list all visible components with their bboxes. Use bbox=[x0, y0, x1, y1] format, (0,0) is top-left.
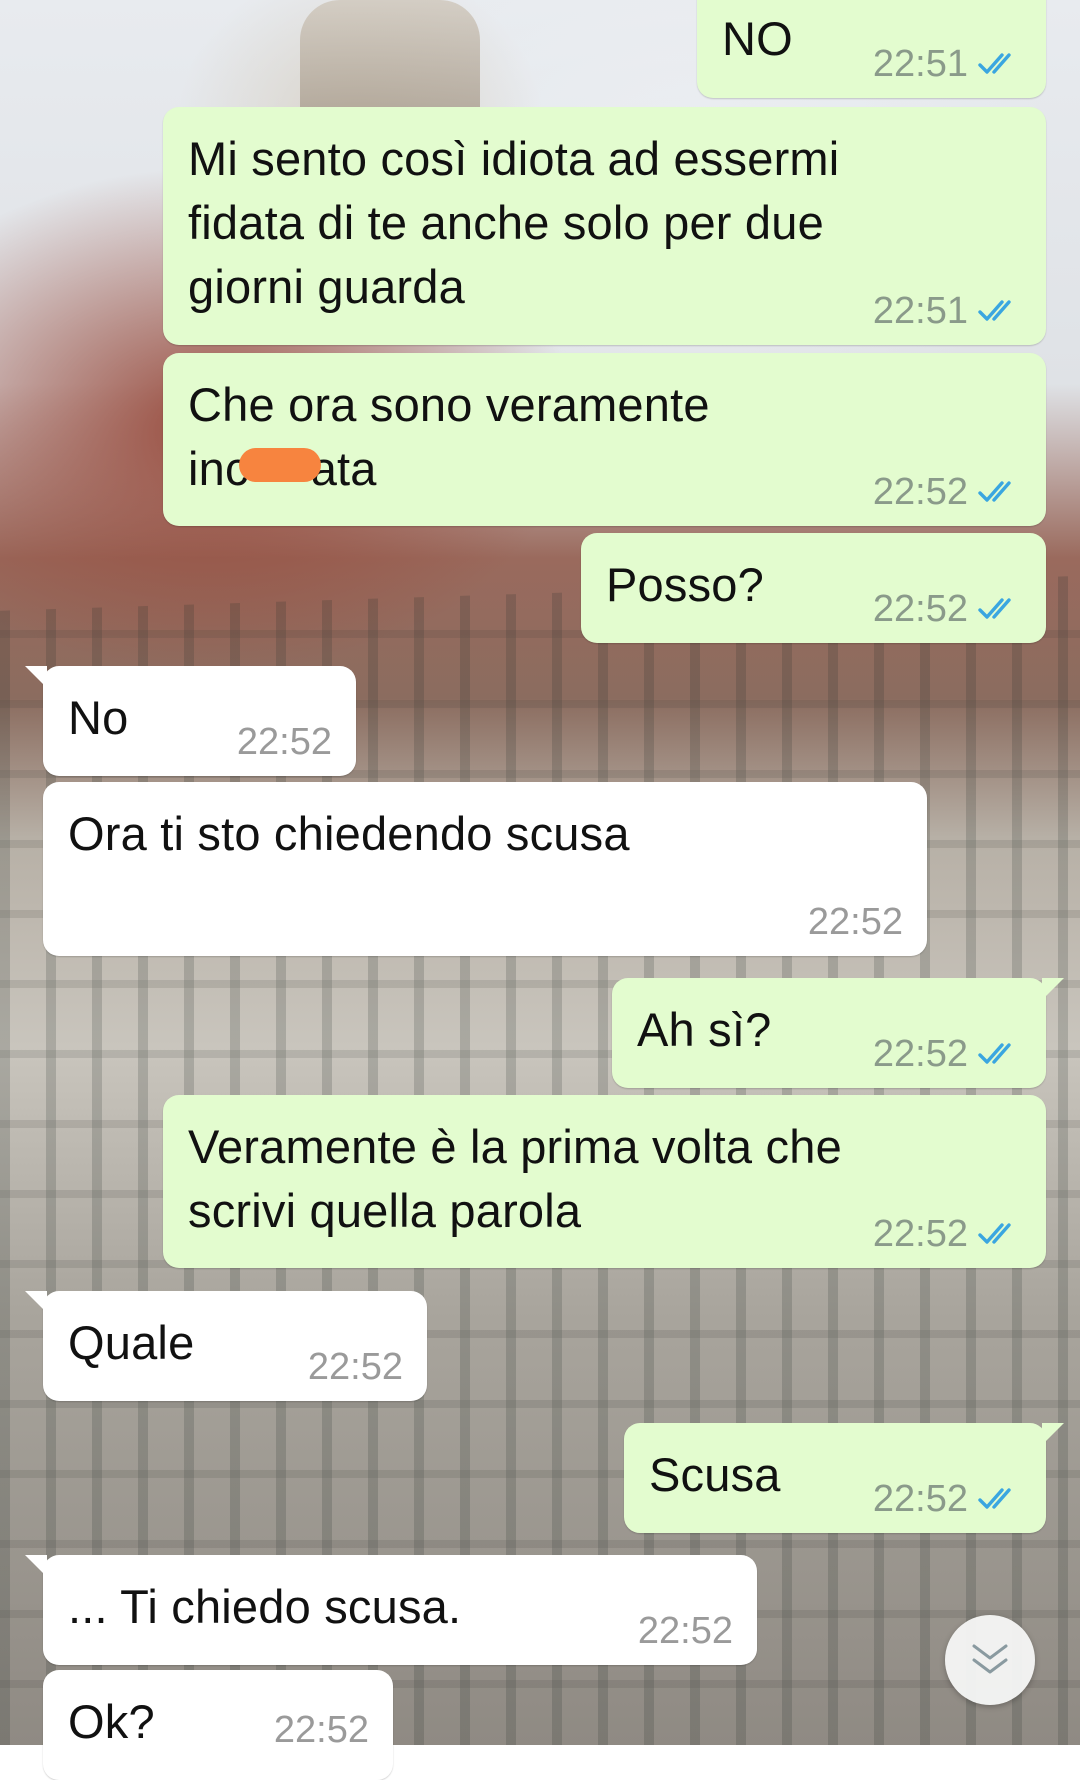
message-text: Ah sì? bbox=[637, 1003, 772, 1056]
outgoing-message[interactable]: Scusa 22:52 bbox=[624, 1423, 1064, 1533]
message-time: 22:51 bbox=[872, 290, 968, 332]
message-text: Quale bbox=[68, 1316, 195, 1369]
double-chevron-down-icon bbox=[972, 1644, 1008, 1674]
incoming-message[interactable]: Ora ti sto chiedendo scusa 22:52 bbox=[43, 782, 927, 956]
message-meta: 22:52 bbox=[873, 472, 1022, 512]
message-meta: 22:52 bbox=[274, 1710, 369, 1750]
message-text: ... Ti chiedo scusa. bbox=[68, 1580, 462, 1633]
outgoing-message[interactable]: Ah sì? 22:52 bbox=[612, 978, 1064, 1088]
message-meta: 22:52 bbox=[873, 589, 1022, 629]
message-meta: 22:52 bbox=[237, 722, 332, 762]
bubble-tail bbox=[25, 1291, 47, 1313]
outgoing-message[interactable]: NO 22:51 bbox=[697, 0, 1046, 98]
outgoing-message[interactable]: Che ora sono veramente inc ata 22:52 bbox=[163, 353, 1046, 526]
double-check-icon bbox=[978, 1223, 1011, 1244]
message-meta: 22:52 bbox=[308, 1347, 403, 1387]
message-time: 22:52 bbox=[236, 721, 332, 763]
message-meta: 22:52 bbox=[638, 1611, 733, 1651]
redaction-mark bbox=[238, 447, 321, 482]
message-text: Scusa bbox=[649, 1448, 781, 1501]
double-check-icon bbox=[978, 53, 1011, 74]
message-time: 22:52 bbox=[872, 1033, 968, 1075]
outgoing-message[interactable]: Veramente è la prima volta che scrivi qu… bbox=[163, 1095, 1046, 1268]
message-text: Mi sento così idiota ad essermi fidata d… bbox=[188, 132, 840, 313]
message-list[interactable]: NO 22:51 Mi sento così idiota ad essermi… bbox=[0, 0, 1080, 1780]
message-time: 22:52 bbox=[273, 1709, 369, 1751]
bubble-tail bbox=[25, 666, 47, 688]
double-check-icon bbox=[978, 1043, 1011, 1064]
message-meta: 22:52 bbox=[808, 902, 903, 942]
message-time: 22:52 bbox=[637, 1610, 733, 1652]
message-text: Posso? bbox=[606, 558, 764, 611]
message-text: Ora ti sto chiedendo scusa bbox=[68, 807, 630, 860]
message-text: No bbox=[68, 691, 129, 744]
message-meta: 22:51 bbox=[873, 44, 1022, 84]
message-meta: 22:52 bbox=[873, 1479, 1022, 1519]
message-time: 22:52 bbox=[872, 1213, 968, 1255]
double-check-icon bbox=[978, 481, 1011, 502]
message-time: 22:52 bbox=[872, 588, 968, 630]
message-time: 22:52 bbox=[807, 901, 903, 943]
incoming-message[interactable]: No 22:52 bbox=[25, 666, 356, 776]
message-text: Ok? bbox=[68, 1695, 155, 1748]
message-meta: 22:52 bbox=[873, 1214, 1022, 1254]
message-time: 22:52 bbox=[872, 1478, 968, 1520]
scroll-to-bottom-button[interactable] bbox=[945, 1615, 1035, 1705]
bubble-tail bbox=[1042, 978, 1064, 1000]
double-check-icon bbox=[978, 300, 1011, 321]
message-text: NO bbox=[722, 12, 793, 65]
incoming-message[interactable]: Ok? 22:52 bbox=[43, 1670, 393, 1780]
message-meta: 22:51 bbox=[873, 291, 1022, 331]
bubble-tail bbox=[1042, 1423, 1064, 1445]
message-text: Veramente è la prima volta che scrivi qu… bbox=[188, 1120, 842, 1237]
outgoing-message[interactable]: Mi sento così idiota ad essermi fidata d… bbox=[163, 107, 1046, 345]
message-time: 22:52 bbox=[872, 471, 968, 513]
message-text: Che ora sono veramente inc ata bbox=[188, 373, 710, 501]
incoming-message[interactable]: ... Ti chiedo scusa. 22:52 bbox=[25, 1555, 757, 1665]
bubble-tail bbox=[25, 1555, 47, 1577]
message-meta: 22:52 bbox=[873, 1034, 1022, 1074]
message-time: 22:51 bbox=[872, 43, 968, 85]
double-check-icon bbox=[978, 1488, 1011, 1509]
outgoing-message[interactable]: Posso? 22:52 bbox=[581, 533, 1046, 643]
double-check-icon bbox=[978, 598, 1011, 619]
message-time: 22:52 bbox=[307, 1346, 403, 1388]
incoming-message[interactable]: Quale 22:52 bbox=[25, 1291, 427, 1401]
